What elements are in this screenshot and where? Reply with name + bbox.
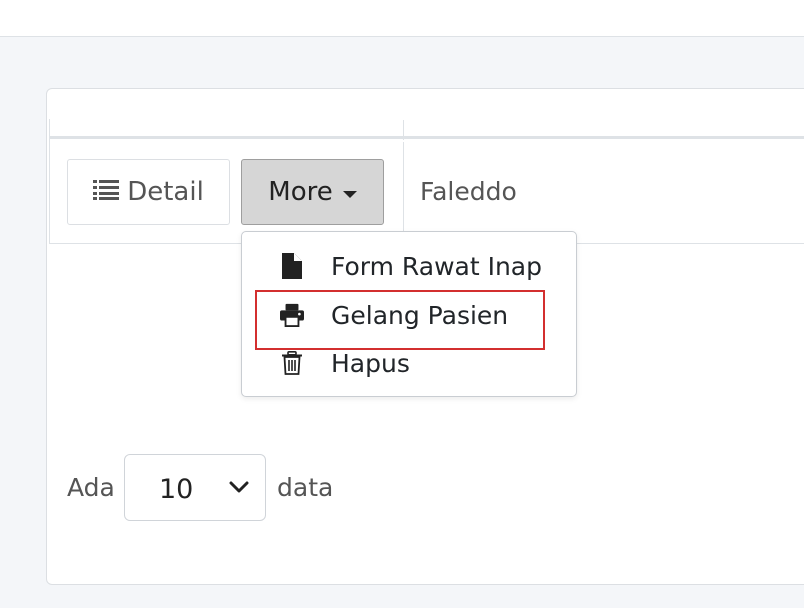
- page-size-select[interactable]: 10: [124, 454, 266, 521]
- detail-button[interactable]: Detail: [67, 159, 230, 225]
- more-dropdown-menu: Form Rawat Inap Gelang Pasien Hapus: [241, 231, 577, 397]
- more-button-label: More: [268, 177, 333, 207]
- table-header-row: [49, 119, 804, 139]
- more-dropdown-button[interactable]: More: [241, 159, 384, 225]
- dropdown-item-hapus[interactable]: Hapus: [242, 341, 576, 385]
- page-size-value: 10: [159, 474, 194, 505]
- page-size-prefix: Ada: [67, 473, 115, 502]
- dropdown-item-label: Gelang Pasien: [331, 300, 509, 330]
- detail-button-label: Detail: [127, 177, 204, 207]
- dropdown-item-form-rawat-inap[interactable]: Form Rawat Inap: [242, 244, 576, 288]
- print-icon: [280, 301, 304, 329]
- dropdown-item-label: Form Rawat Inap: [331, 251, 542, 281]
- patient-name-cell: Faleddo: [420, 177, 517, 206]
- trash-icon: [280, 349, 304, 377]
- dropdown-item-gelang-pasien[interactable]: Gelang Pasien: [242, 293, 576, 337]
- page-size-suffix: data: [277, 473, 334, 502]
- top-header-bar: [0, 0, 804, 37]
- dropdown-item-label: Hapus: [331, 348, 410, 378]
- column-divider: [403, 142, 404, 243]
- header-column-divider: [403, 120, 404, 140]
- file-icon: [280, 252, 304, 280]
- list-icon: [93, 177, 120, 207]
- caret-down-icon: [342, 190, 357, 198]
- chevron-down-icon: [229, 479, 249, 498]
